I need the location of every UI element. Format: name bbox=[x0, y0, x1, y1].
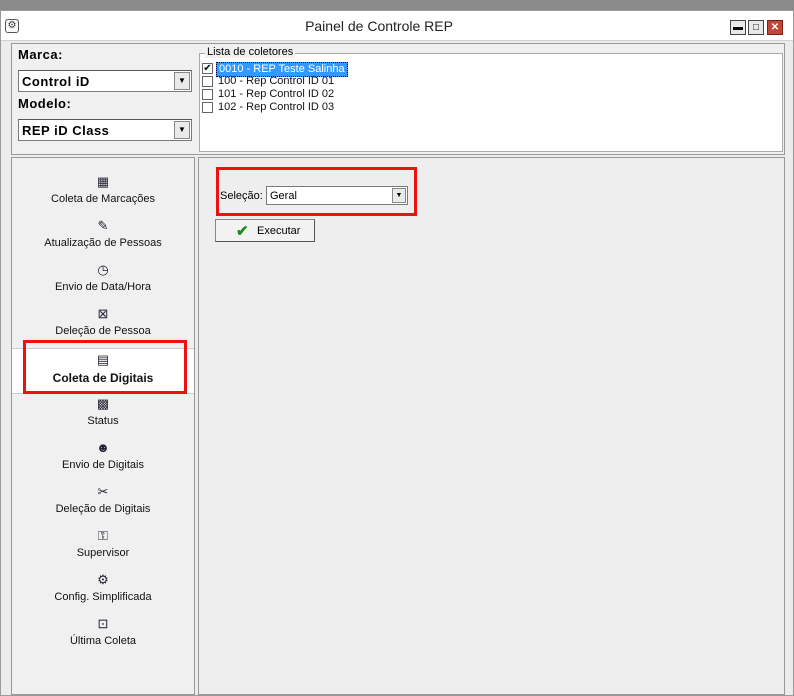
nav-status[interactable]: ▩ Status bbox=[12, 396, 194, 440]
modelo-select[interactable]: REP iD Class ▼ bbox=[18, 119, 192, 141]
selecao-select[interactable]: Geral ▼ bbox=[266, 186, 408, 205]
nav-delecao-digitais[interactable]: ✂ Deleção de Digitais bbox=[12, 484, 194, 528]
chevron-down-icon[interactable]: ▼ bbox=[174, 72, 190, 90]
list-item[interactable]: 101 - Rep Control ID 02 bbox=[202, 88, 780, 101]
checkbox[interactable] bbox=[202, 76, 213, 87]
nav-envio-digitais[interactable]: ☻ Envio de Digitais bbox=[12, 440, 194, 484]
list-item-label: 100 - Rep Control ID 01 bbox=[218, 75, 335, 87]
nav-ultima-coleta[interactable]: ⊡ Última Coleta bbox=[12, 616, 194, 660]
chevron-down-icon[interactable]: ▼ bbox=[174, 121, 190, 139]
execute-label: Executar bbox=[257, 225, 301, 237]
list-item[interactable]: 102 - Rep Control ID 03 bbox=[202, 101, 780, 114]
desktop-strip bbox=[0, 0, 794, 10]
person-edit-icon: ✎ bbox=[97, 218, 109, 233]
config-icon: ⚙ bbox=[97, 572, 109, 587]
selecao-value: Geral bbox=[270, 190, 297, 202]
window-title: Painel de Controle REP bbox=[305, 18, 453, 34]
title-bar: ⚙ Painel de Controle REP ▬ □ ✕ bbox=[1, 11, 793, 41]
selection-panel: Marca: Control iD ▼ Modelo: REP iD Class… bbox=[11, 43, 785, 155]
list-item[interactable]: ✔ 0010 - REP Teste Salinha bbox=[202, 62, 780, 77]
maximize-icon[interactable]: □ bbox=[748, 20, 764, 35]
nav-supervisor[interactable]: ⚿ Supervisor bbox=[12, 528, 194, 572]
supervisor-icon: ⚿ bbox=[98, 528, 108, 543]
status-icon: ▩ bbox=[96, 396, 110, 411]
nav-config-simplificada[interactable]: ⚙ Config. Simplificada bbox=[12, 572, 194, 616]
clock-icon: ◷ bbox=[97, 262, 109, 277]
nav-delecao-pessoa[interactable]: ⊠ Deleção de Pessoa bbox=[12, 306, 194, 350]
list-item[interactable]: 100 - Rep Control ID 01 bbox=[202, 75, 780, 88]
nav-coleta-digitais[interactable]: ▤ Coleta de Digitais bbox=[12, 348, 194, 394]
list-item-label: 102 - Rep Control ID 03 bbox=[218, 101, 335, 113]
checkmark-icon: ✔ bbox=[236, 223, 249, 240]
person-delete-icon: ⊠ bbox=[97, 306, 109, 321]
sidebar: ▦ Coleta de Marcações ✎ Atualização de P… bbox=[11, 157, 195, 695]
execute-button[interactable]: ✔ Executar bbox=[215, 219, 315, 242]
scissors-icon: ✂ bbox=[97, 484, 109, 499]
minimize-icon[interactable]: ▬ bbox=[730, 20, 746, 35]
checkbox-checked[interactable]: ✔ bbox=[202, 63, 213, 74]
marca-value: Control iD bbox=[22, 74, 90, 89]
close-icon[interactable]: ✕ bbox=[767, 20, 783, 35]
marca-select[interactable]: Control iD ▼ bbox=[18, 70, 192, 92]
fingerprint-send-icon: ☻ bbox=[96, 440, 110, 455]
last-collect-icon: ⊡ bbox=[97, 616, 109, 631]
content-panel: Seleção: Geral ▼ ✔ Executar bbox=[198, 157, 785, 695]
modelo-label: Modelo: bbox=[18, 96, 72, 111]
coletores-list-box: ✔ 0010 - REP Teste Salinha 100 - Rep Con… bbox=[199, 53, 783, 152]
checkbox[interactable] bbox=[202, 102, 213, 113]
checkbox[interactable] bbox=[202, 89, 213, 100]
marca-label: Marca: bbox=[18, 47, 63, 62]
coletores-legend: Lista de coletores bbox=[205, 46, 296, 58]
fingerprint-collect-icon: ▤ bbox=[96, 352, 110, 367]
chevron-down-icon[interactable]: ▼ bbox=[392, 188, 406, 203]
selecao-label: Seleção: bbox=[220, 190, 263, 202]
nav-atualizacao-pessoas[interactable]: ✎ Atualização de Pessoas bbox=[12, 218, 194, 262]
nav-coleta-marcacoes[interactable]: ▦ Coleta de Marcações bbox=[12, 174, 194, 218]
coletores-list: ✔ 0010 - REP Teste Salinha 100 - Rep Con… bbox=[202, 62, 780, 114]
modelo-value: REP iD Class bbox=[22, 123, 110, 138]
main-window: ⚙ Painel de Controle REP ▬ □ ✕ Marca: Co… bbox=[0, 10, 794, 696]
list-item-label: 101 - Rep Control ID 02 bbox=[218, 88, 335, 100]
card-icon: ▦ bbox=[96, 174, 110, 189]
nav-envio-data-hora[interactable]: ◷ Envio de Data/Hora bbox=[12, 262, 194, 306]
